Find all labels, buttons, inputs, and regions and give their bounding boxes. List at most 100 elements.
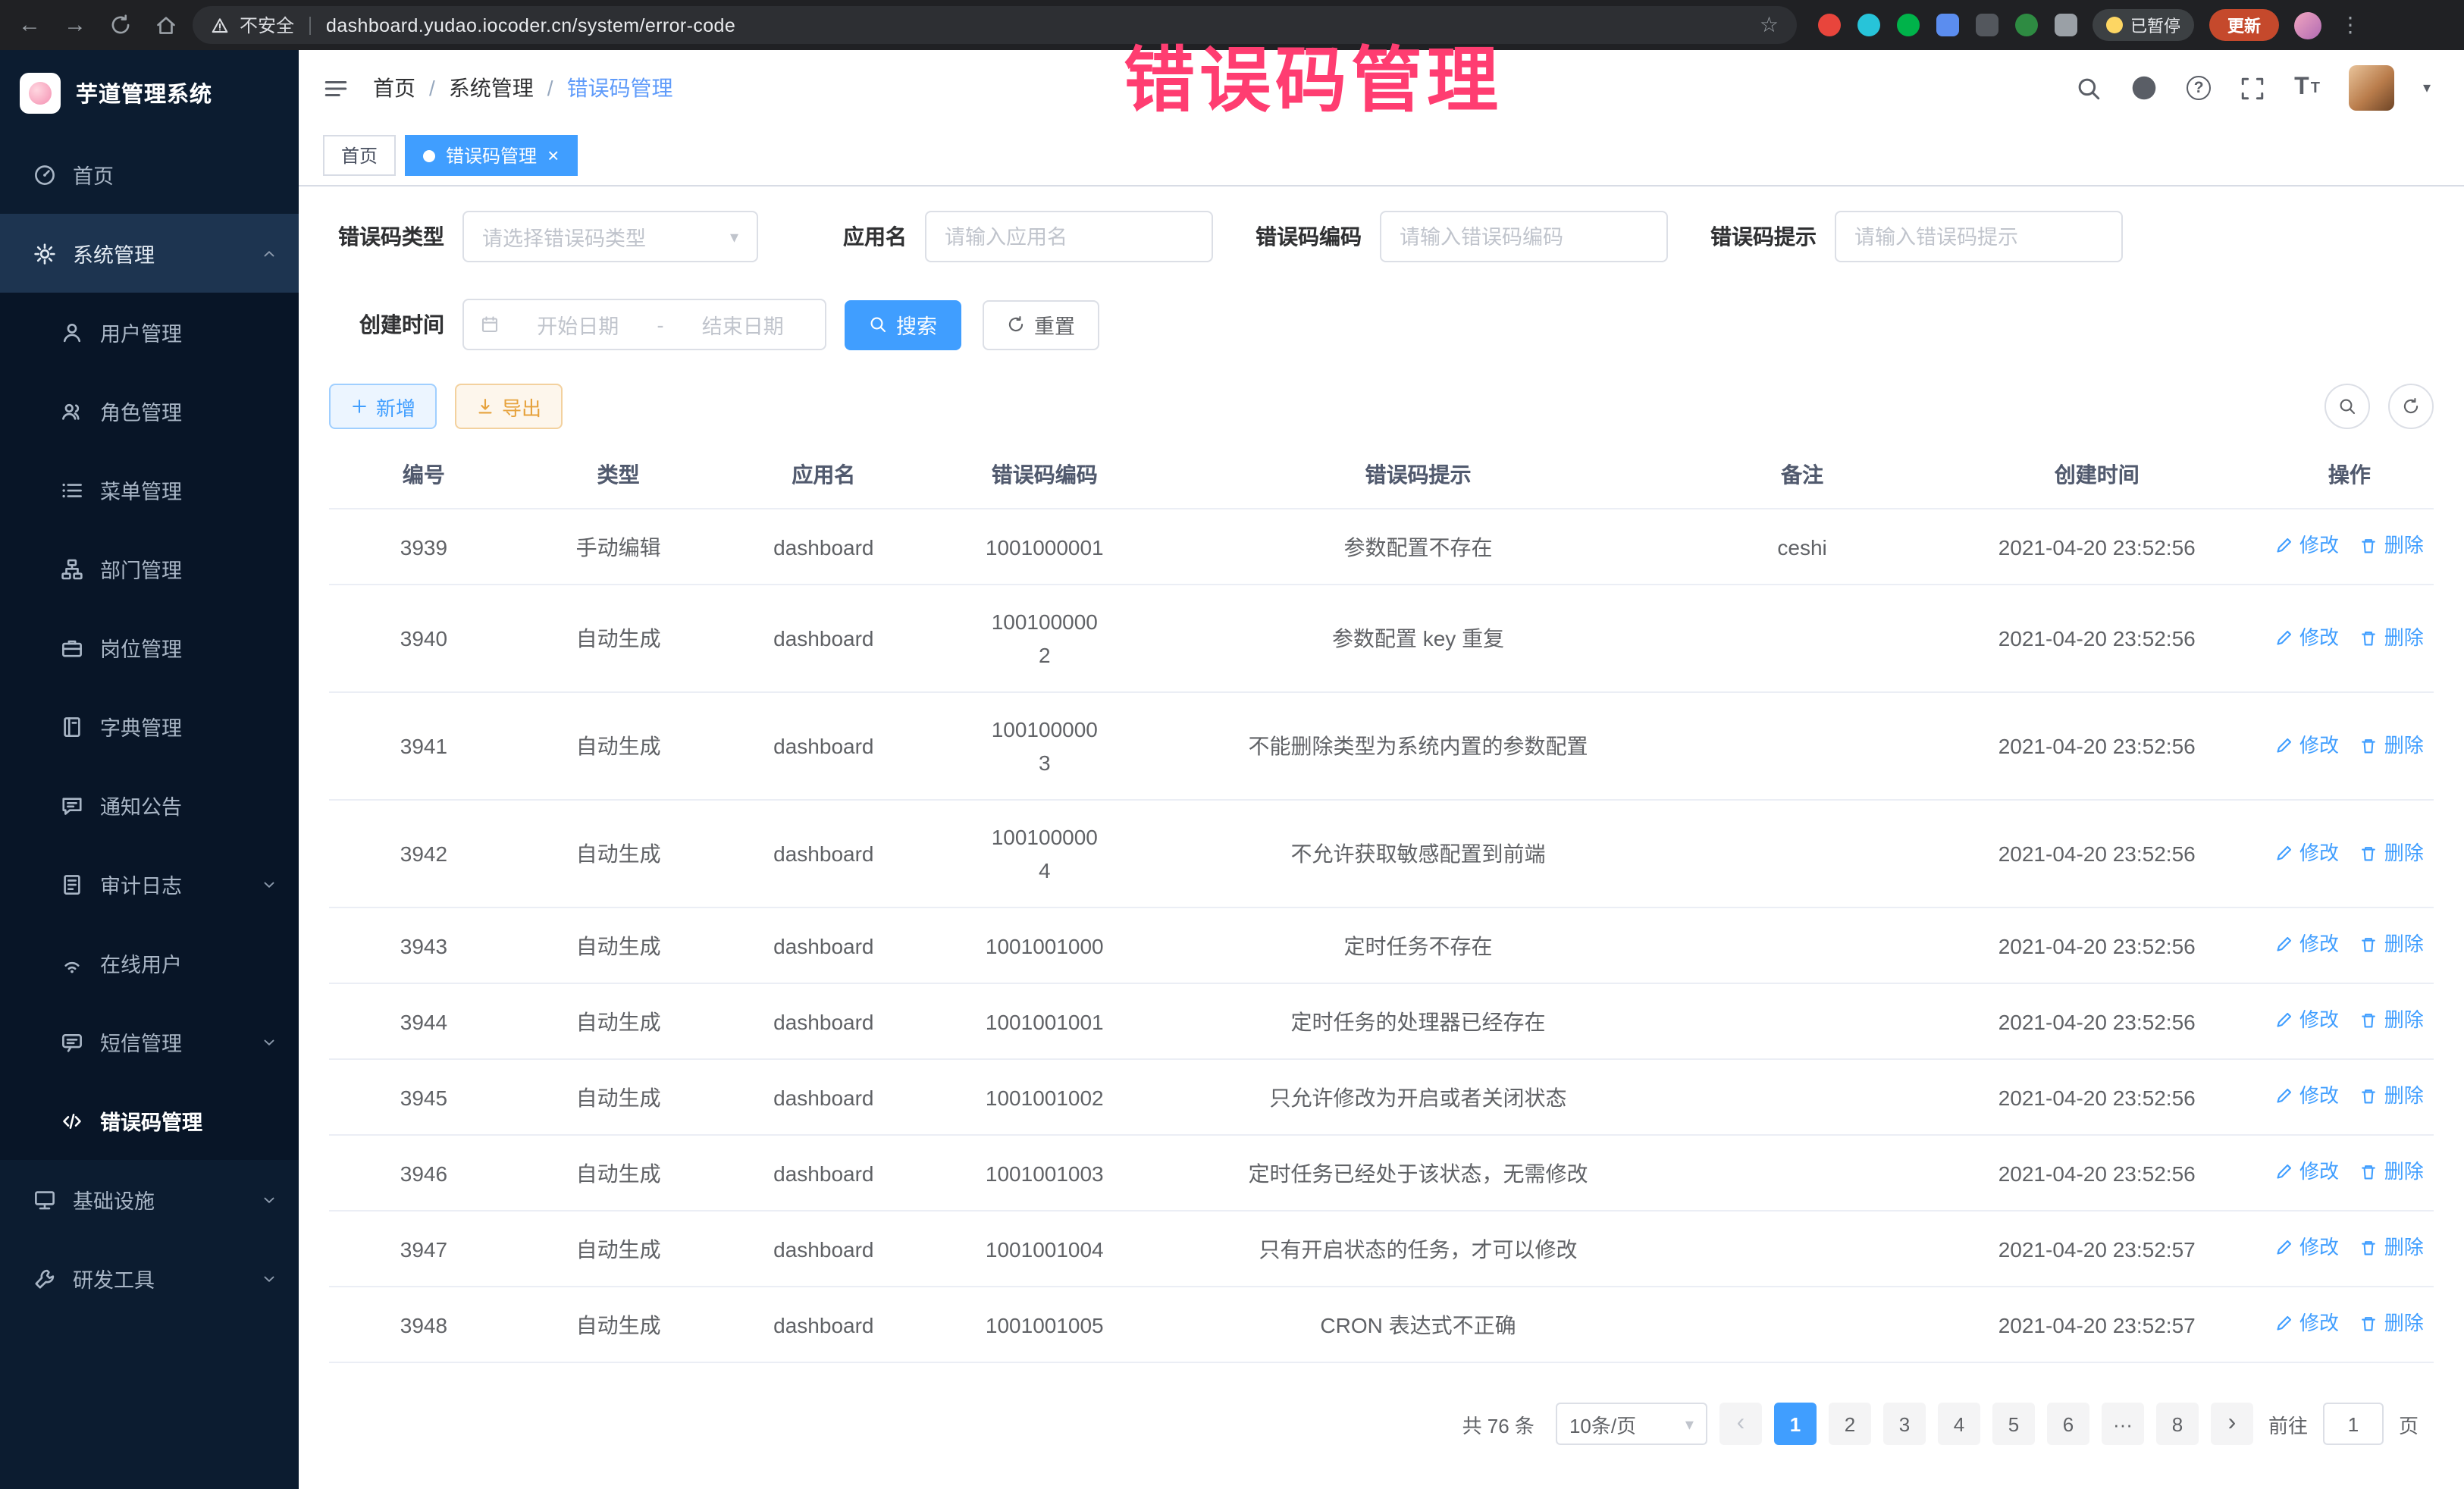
cell-id: 3942 (329, 800, 519, 908)
tab-home[interactable]: 首页 (323, 135, 396, 176)
add-button[interactable]: 新增 (329, 384, 437, 429)
header-search-button[interactable] (2076, 75, 2102, 101)
extension-icon-teal[interactable] (1857, 14, 1880, 36)
page-button-5[interactable]: 5 (1992, 1403, 2035, 1445)
prev-page-button[interactable]: ‹ (1719, 1403, 1762, 1445)
forward-button[interactable]: → (64, 12, 86, 38)
edit-button[interactable]: 修改 (2275, 928, 2339, 961)
app-logo-row[interactable]: 芋道管理系统 (0, 50, 299, 135)
app-name-input[interactable] (925, 211, 1213, 262)
cell-id: 3939 (329, 509, 519, 585)
date-range-picker[interactable]: 开始日期 - 结束日期 (462, 299, 826, 350)
reset-button[interactable]: 重置 (983, 299, 1099, 350)
bookmark-star-icon[interactable]: ☆ (1760, 12, 1779, 38)
paused-extension-badge[interactable]: 已暂停 (2093, 9, 2194, 41)
sidebar-item-infrastructure[interactable]: 基础设施 (0, 1160, 299, 1239)
edit-button[interactable]: 修改 (2275, 621, 2339, 654)
browser-update-button[interactable]: 更新 (2209, 9, 2279, 41)
sidebar-item-user-mgmt[interactable]: 用户管理 (0, 293, 299, 371)
delete-button[interactable]: 删除 (2360, 1155, 2424, 1189)
edit-button[interactable]: 修改 (2275, 1004, 2339, 1037)
sidebar-item-audit-log[interactable]: 审计日志 (0, 845, 299, 923)
breadcrumb: 首页 / 系统管理 / 错误码管理 (373, 73, 673, 103)
edit-button[interactable]: 修改 (2275, 1155, 2339, 1189)
cell-type: 自动生成 (519, 1059, 719, 1135)
help-button[interactable]: ? (2187, 76, 2211, 100)
delete-button[interactable]: 删除 (2360, 729, 2424, 762)
sidebar-item-home[interactable]: 首页 (0, 135, 299, 214)
extension-icon-dark[interactable] (1976, 14, 1998, 36)
more-pages-button[interactable]: ··· (2102, 1403, 2144, 1445)
toggle-search-button[interactable] (2324, 384, 2370, 429)
delete-button[interactable]: 删除 (2360, 621, 2424, 654)
sidebar-item-error-code[interactable]: 错误码管理 (0, 1081, 299, 1160)
goto-page-input[interactable] (2323, 1403, 2384, 1445)
extension-icon-grid[interactable] (1936, 14, 1959, 36)
extension-icon-green[interactable] (1897, 14, 1920, 36)
browser-profile-avatar[interactable] (2294, 11, 2321, 39)
extension-icon-leaf[interactable] (2015, 14, 2038, 36)
breadcrumb-system[interactable]: 系统管理 (449, 73, 534, 103)
goto-label: 前往 (2268, 1409, 2308, 1438)
sidebar-item-dept-mgmt[interactable]: 部门管理 (0, 529, 299, 608)
github-button[interactable] (2130, 74, 2158, 102)
address-bar[interactable]: 不安全 dashboard.yudao.iocoder.cn/system/er… (193, 6, 1797, 44)
sidebar-item-menu-mgmt[interactable]: 菜单管理 (0, 450, 299, 529)
refresh-button[interactable] (109, 14, 132, 36)
sidebar-item-notice[interactable]: 通知公告 (0, 766, 299, 845)
delete-button[interactable]: 删除 (2360, 836, 2424, 870)
page-button-6[interactable]: 6 (2047, 1403, 2089, 1445)
font-size-button[interactable]: TT (2294, 74, 2320, 102)
sidebar-item-dev-tools[interactable]: 研发工具 (0, 1239, 299, 1318)
extension-icon-red[interactable] (1818, 14, 1841, 36)
delete-button[interactable]: 删除 (2360, 529, 2424, 563)
sidebar-toggle-button[interactable] (323, 75, 349, 101)
edit-button[interactable]: 修改 (2275, 836, 2339, 870)
edit-button[interactable]: 修改 (2275, 729, 2339, 762)
cell-app: dashboard (719, 585, 929, 692)
delete-button[interactable]: 删除 (2360, 1231, 2424, 1265)
user-avatar[interactable] (2349, 65, 2394, 111)
fullscreen-button[interactable] (2240, 75, 2265, 101)
error-code-input[interactable] (1380, 211, 1668, 262)
back-button[interactable]: ← (18, 12, 41, 38)
delete-button[interactable]: 删除 (2360, 1307, 2424, 1340)
trash-icon (2360, 537, 2378, 555)
caret-down-icon[interactable]: ▾ (2423, 80, 2431, 96)
error-msg-input[interactable] (1835, 211, 2123, 262)
close-icon[interactable]: × (547, 146, 559, 165)
delete-button[interactable]: 删除 (2360, 928, 2424, 961)
font-size-icon: T (2294, 74, 2309, 102)
cell-time: 2021-04-20 23:52:57 (1929, 1287, 2265, 1362)
delete-button[interactable]: 删除 (2360, 1004, 2424, 1037)
home-button[interactable] (155, 14, 177, 36)
browser-nav: ← → (18, 12, 177, 38)
sidebar-item-online-users[interactable]: 在线用户 (0, 923, 299, 1002)
sidebar-item-role-mgmt[interactable]: 角色管理 (0, 371, 299, 450)
page-button-1[interactable]: 1 (1774, 1403, 1817, 1445)
extensions-puzzle-icon[interactable] (2055, 14, 2077, 36)
page-button-3[interactable]: 3 (1883, 1403, 1926, 1445)
page-size-select[interactable]: 10条/页 ▾ (1556, 1403, 1707, 1445)
search-button[interactable]: 搜索 (845, 299, 961, 350)
edit-button[interactable]: 修改 (2275, 1307, 2339, 1340)
page-button-8[interactable]: 8 (2156, 1403, 2199, 1445)
breadcrumb-home[interactable]: 首页 (373, 73, 415, 103)
sidebar-item-dict-mgmt[interactable]: 字典管理 (0, 687, 299, 766)
error-type-select[interactable]: 请选择错误码类型 ▾ (462, 211, 758, 262)
browser-menu-icon[interactable]: ⋮ (2340, 12, 2361, 38)
delete-button[interactable]: 删除 (2360, 1080, 2424, 1113)
page-button-4[interactable]: 4 (1938, 1403, 1980, 1445)
edit-button[interactable]: 修改 (2275, 1080, 2339, 1113)
export-button[interactable]: 导出 (455, 384, 563, 429)
edit-button[interactable]: 修改 (2275, 1231, 2339, 1265)
refresh-table-button[interactable] (2388, 384, 2434, 429)
sidebar-item-system[interactable]: 系统管理 (0, 214, 299, 293)
next-page-button[interactable]: › (2211, 1403, 2253, 1445)
page-button-2[interactable]: 2 (1829, 1403, 1871, 1445)
sidebar-item-post-mgmt[interactable]: 岗位管理 (0, 608, 299, 687)
edit-button[interactable]: 修改 (2275, 529, 2339, 563)
cell-actions: 修改 删除 (2265, 509, 2434, 585)
sidebar-item-sms-mgmt[interactable]: 短信管理 (0, 1002, 299, 1081)
tab-error-code[interactable]: 错误码管理 × (405, 135, 577, 176)
